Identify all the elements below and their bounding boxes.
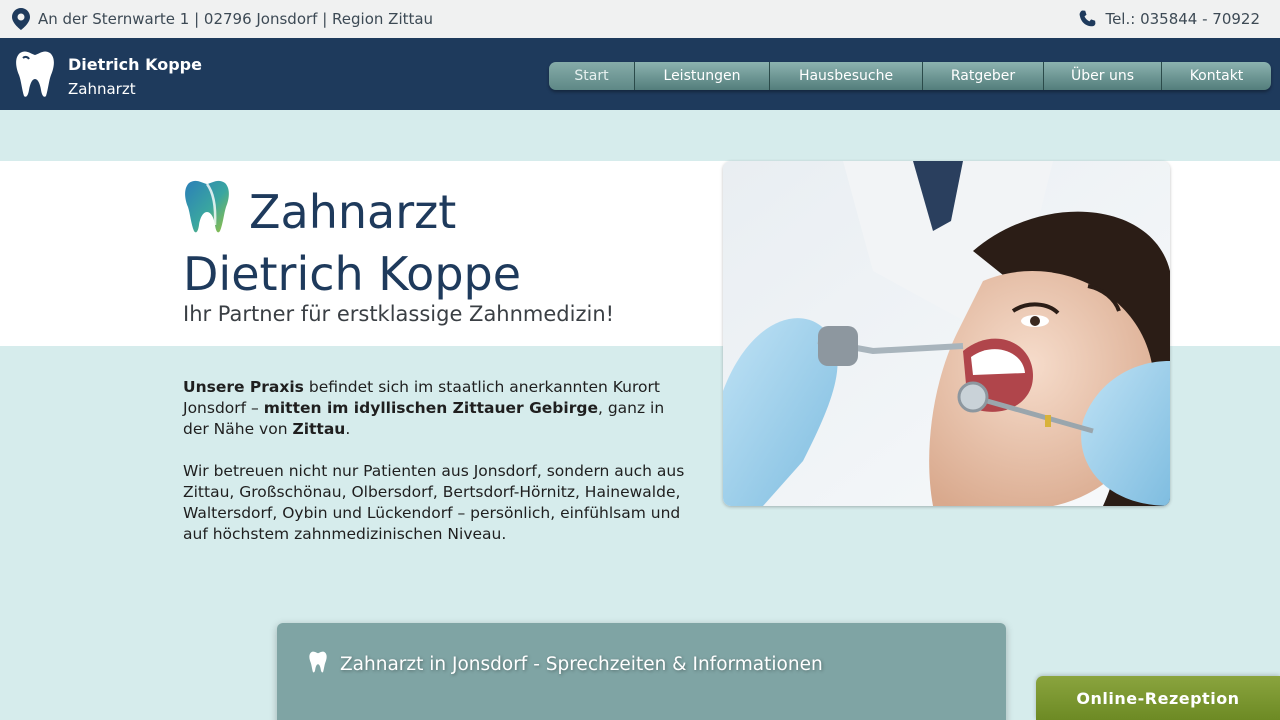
hero-title-zahnarzt: Zahnarzt (249, 185, 457, 239)
address-block: An der Sternwarte 1 | 02796 Jonsdorf | R… (12, 8, 433, 30)
intro-bold-praxis: Unsere Praxis (183, 378, 304, 396)
main-navigation: Start Leistungen Hausbesuche Ratgeber Üb… (549, 62, 1271, 90)
logo-text: Dietrich Koppe Zahnarzt (68, 50, 202, 102)
nav-item-kontakt[interactable]: Kontakt (1162, 62, 1271, 90)
phone-text[interactable]: Tel.: 035844 - 70922 (1105, 10, 1260, 28)
intro-bold-zittau: Zittau (292, 420, 346, 438)
tooth-icon (308, 651, 328, 678)
nav-item-start[interactable]: Start (549, 62, 635, 90)
top-info-bar: An der Sternwarte 1 | 02796 Jonsdorf | R… (0, 0, 1280, 38)
nav-item-ratgeber[interactable]: Ratgeber (923, 62, 1044, 90)
intro-text: Unsere Praxis befindet sich im staatlich… (183, 377, 693, 545)
hero-title: Zahnarzt Dietrich Koppe (183, 178, 521, 302)
practice-subtitle: Zahnarzt (68, 80, 136, 98)
location-pin-icon (12, 8, 30, 30)
tooth-logo-icon (14, 50, 56, 102)
hero-title-line1: Zahnarzt (183, 178, 521, 246)
intro-bold-gebirge: mitten im idyllischen Zittauer Gebirge (263, 399, 598, 417)
hero-tagline: Ihr Partner für erstklassige Zahnmedizin… (183, 302, 615, 326)
practice-name: Dietrich Koppe (68, 55, 202, 74)
intro-paragraph-2: Wir betreuen nicht nur Patienten aus Jon… (183, 462, 685, 543)
nav-item-ueber-uns[interactable]: Über uns (1044, 62, 1162, 90)
colored-tooth-icon (183, 178, 231, 246)
nav-item-hausbesuche[interactable]: Hausbesuche (770, 62, 923, 90)
hero-title-name: Dietrich Koppe (183, 247, 522, 301)
address-text: An der Sternwarte 1 | 02796 Jonsdorf | R… (38, 10, 434, 28)
hero-dental-photo (723, 161, 1170, 506)
intro-text-3: . (345, 420, 351, 438)
site-header: Dietrich Koppe Zahnarzt Start Leistungen… (0, 38, 1280, 110)
info-panel-heading: Zahnarzt in Jonsdorf - Sprechzeiten & In… (308, 651, 823, 678)
info-heading-text: Zahnarzt in Jonsdorf - Sprechzeiten & In… (340, 654, 823, 675)
nav-item-leistungen[interactable]: Leistungen (635, 62, 770, 90)
site-logo[interactable]: Dietrich Koppe Zahnarzt (14, 50, 202, 102)
phone-block[interactable]: Tel.: 035844 - 70922 (1079, 10, 1260, 28)
intro-paragraph-1: Unsere Praxis befindet sich im staatlich… (183, 377, 693, 440)
info-panel: Zahnarzt in Jonsdorf - Sprechzeiten & In… (277, 623, 1006, 720)
online-rezeption-button[interactable]: Online-Rezeption (1036, 676, 1280, 720)
phone-icon (1079, 10, 1097, 28)
